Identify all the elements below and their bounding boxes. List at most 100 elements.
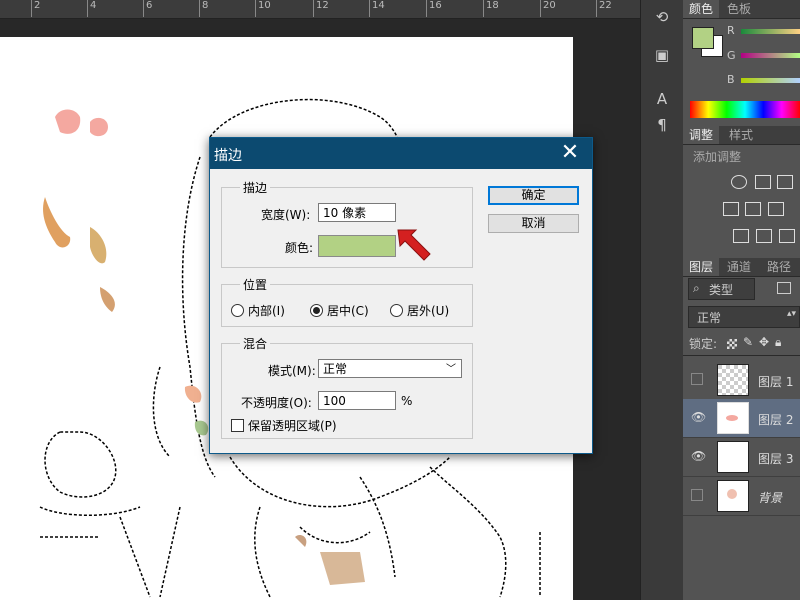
- thumbnail-artwork: [727, 489, 737, 499]
- inside-label[interactable]: 内部(I): [248, 302, 285, 319]
- chevron-down-icon: ▴▾: [787, 309, 797, 319]
- stroke-group-label: 描边: [240, 179, 271, 196]
- add-adjustment-label: 添加调整: [693, 150, 742, 164]
- layer-thumbnail: [717, 441, 749, 473]
- ruler-tick: 14: [369, 0, 385, 17]
- ruler-tick: 8: [198, 0, 209, 17]
- history-icon[interactable]: ⟲: [651, 6, 673, 28]
- posterize-icon[interactable]: [756, 229, 772, 243]
- character-icon[interactable]: A: [651, 88, 673, 110]
- image-filter-icon[interactable]: [777, 282, 791, 294]
- ruler-tick: 20: [540, 0, 556, 17]
- ruler-tick: 12: [313, 0, 329, 17]
- inside-radio[interactable]: [231, 304, 244, 317]
- annotation-arrow-icon: [397, 229, 431, 261]
- ruler-tick: 6: [142, 0, 153, 17]
- mode-label: 模式(M):: [268, 364, 316, 378]
- tab-swatches[interactable]: 色板: [721, 0, 757, 18]
- ruler-tick: 18: [483, 0, 499, 17]
- blue-label: B: [727, 73, 735, 86]
- divider: [683, 355, 800, 356]
- color-panel-tabs: 颜色 色板: [683, 0, 800, 19]
- color-balance-icon[interactable]: [745, 202, 761, 216]
- layer-filter-select[interactable]: ⌕ 类型: [688, 278, 755, 300]
- opacity-input[interactable]: 100: [318, 391, 396, 410]
- blend-mode-value: 正常: [323, 362, 348, 376]
- color-label: 颜色:: [285, 241, 314, 255]
- tab-paths[interactable]: 路径: [761, 258, 797, 276]
- gradient-map-icon[interactable]: [779, 229, 795, 243]
- center-label[interactable]: 居中(C): [327, 302, 369, 319]
- stroke-color-swatch[interactable]: [318, 235, 396, 257]
- levels-icon[interactable]: [755, 175, 771, 189]
- blue-slider[interactable]: [741, 78, 800, 83]
- black-white-icon[interactable]: [768, 202, 784, 216]
- chevron-down-icon: ﹀: [446, 364, 456, 375]
- vibrance-icon[interactable]: [723, 202, 739, 216]
- lock-all-icon[interactable]: 🔒︎: [775, 335, 781, 350]
- ok-button[interactable]: 确定: [488, 186, 579, 205]
- stroke-group: 描边 宽度(W): 10 像素 颜色:: [221, 179, 473, 268]
- eye-icon[interactable]: 👁︎: [691, 450, 706, 462]
- tab-styles[interactable]: 样式: [723, 126, 759, 144]
- layers-panel-tabs: 图层 通道 路径: [683, 258, 800, 277]
- position-group: 位置 内部(I) 居中(C) 居外(U): [221, 276, 473, 327]
- blend-mode-value: 正常: [697, 311, 722, 325]
- dialog-title: 描边: [214, 148, 242, 164]
- visibility-toggle[interactable]: [691, 373, 703, 385]
- layer-row[interactable]: 图层 1: [683, 361, 800, 400]
- opacity-unit: %: [401, 394, 413, 408]
- layer-name[interactable]: 图层 1: [758, 373, 793, 390]
- panel-icon-strip: ⟲ ▣ A ¶: [640, 0, 684, 600]
- outside-radio[interactable]: [390, 304, 403, 317]
- red-label: R: [727, 24, 735, 37]
- layer-row[interactable]: 背景: [683, 477, 800, 516]
- ruler-tick: 10: [255, 0, 271, 17]
- layer-thumbnail: [717, 480, 749, 512]
- red-slider[interactable]: [741, 29, 800, 34]
- lock-position-icon[interactable]: ✥: [759, 335, 769, 349]
- layer-row[interactable]: 👁︎ 图层 2: [683, 399, 800, 438]
- paragraph-icon[interactable]: ¶: [651, 114, 673, 136]
- layer-row[interactable]: 👁︎ 图层 3: [683, 438, 800, 477]
- preserve-transparency-label[interactable]: 保留透明区域(P): [248, 417, 337, 434]
- eye-icon[interactable]: 👁︎: [691, 411, 706, 423]
- tab-layers[interactable]: 图层: [683, 258, 720, 276]
- green-slider[interactable]: [741, 53, 800, 58]
- adjust-panel-tabs: 调整 样式: [683, 126, 800, 145]
- close-icon[interactable]: ✕: [555, 140, 585, 166]
- dialog-titlebar[interactable]: 描边 ✕: [210, 138, 592, 169]
- layer-name[interactable]: 图层 3: [758, 450, 793, 467]
- cancel-button[interactable]: 取消: [488, 214, 579, 233]
- outside-label[interactable]: 居外(U): [407, 302, 449, 319]
- position-group-label: 位置: [240, 276, 271, 293]
- actions-icon[interactable]: ▣: [651, 44, 673, 66]
- tab-color[interactable]: 颜色: [683, 0, 720, 18]
- curves-icon[interactable]: [777, 175, 793, 189]
- visibility-toggle[interactable]: [691, 489, 703, 501]
- blend-group: 混合 模式(M): 正常 ﹀ 不透明度(O): 100 % 保留透明区域(P): [221, 335, 473, 439]
- layer-filter-label: 类型: [709, 283, 734, 297]
- layer-name[interactable]: 图层 2: [758, 411, 793, 428]
- layer-name[interactable]: 背景: [758, 489, 782, 506]
- blend-mode-select[interactable]: 正常 ﹀: [318, 359, 462, 378]
- layer-blend-mode-select[interactable]: 正常 ▴▾: [688, 306, 800, 328]
- invert-icon[interactable]: [733, 229, 749, 243]
- lock-label: 锁定:: [689, 337, 718, 351]
- color-spectrum[interactable]: [690, 101, 800, 118]
- tab-channels[interactable]: 通道: [721, 258, 757, 276]
- brightness-icon[interactable]: [731, 175, 747, 189]
- preserve-transparency-checkbox[interactable]: [231, 419, 244, 432]
- ruler-tick: 4: [86, 0, 97, 17]
- width-input[interactable]: 10 像素: [318, 203, 396, 222]
- ruler-tick: 16: [426, 0, 442, 17]
- lock-pixels-icon[interactable]: ✎: [743, 335, 753, 349]
- foreground-color-swatch[interactable]: [692, 27, 714, 49]
- stroke-dialog: 描边 ✕ 描边 宽度(W): 10 像素 颜色: 位置 内部(I) 居中(C) …: [209, 137, 593, 454]
- ruler-tick: 22: [596, 0, 612, 17]
- green-label: G: [727, 49, 736, 62]
- horizontal-ruler[interactable]: 2 4 6 8 10 12 14 16 18 20 22: [0, 0, 640, 19]
- lock-transparent-icon[interactable]: [727, 339, 737, 349]
- tab-adjustments[interactable]: 调整: [683, 126, 720, 144]
- center-radio[interactable]: [310, 304, 323, 317]
